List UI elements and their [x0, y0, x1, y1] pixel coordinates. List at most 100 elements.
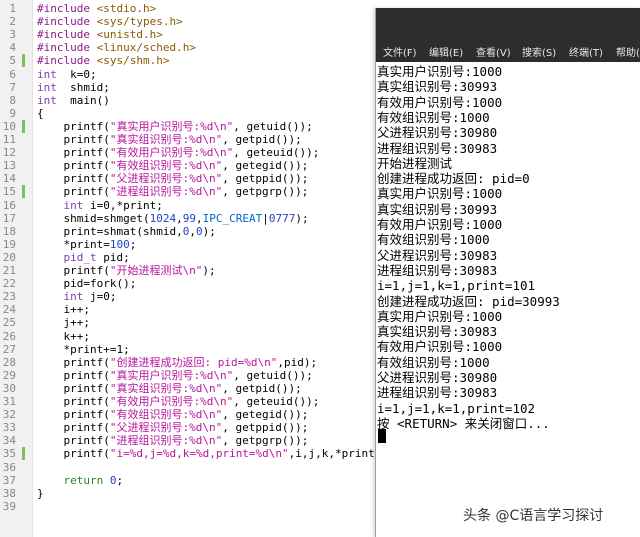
code-token: , getpgrp());	[222, 185, 309, 199]
terminal-line: 有效组识别号:1000	[377, 109, 490, 125]
code-line: i++;	[37, 303, 90, 316]
code-token: print=shmat(shmid,	[37, 224, 183, 238]
line-number: 1	[9, 2, 16, 15]
line-number: 21	[2, 264, 16, 277]
code-token: printf(	[37, 395, 110, 408]
code-token: main()	[56, 93, 110, 107]
code-line: k++;	[37, 330, 90, 343]
code-line: return 0;	[37, 473, 124, 487]
line-number: 24	[2, 303, 16, 317]
terminal-line: i=1,j=1,k=1,print=101	[377, 278, 536, 294]
code-token: "开始进程测试\n"	[109, 264, 203, 277]
terminal-menubar: 文件(F) 编辑(E) 查看(V) 搜索(S) 终端(T) 帮助(	[376, 8, 640, 62]
line-number: 5	[9, 54, 16, 68]
code-line: printf("真实用户识别号:%d\n", getuid());	[37, 120, 312, 133]
line-number: 36	[2, 460, 16, 474]
code-token: *print=	[37, 237, 110, 251]
terminal-line: 父进程识别号:30980	[377, 370, 498, 385]
terminal-menu-item[interactable]: 编辑(E)	[429, 44, 463, 59]
code-token: printf(	[37, 408, 110, 422]
code-token: printf(	[37, 146, 110, 160]
line-number: 12	[2, 146, 16, 160]
code-token: ,i,j,k,*print);	[288, 447, 389, 461]
code-line: printf("真实组识别号:%d\n", getpid());	[37, 382, 301, 395]
line-number: 37	[2, 473, 16, 487]
code-token: k=0;	[56, 67, 97, 81]
code-token: 0777	[268, 211, 296, 225]
code-line: pid=fork();	[37, 277, 136, 290]
terminal-line: 有效用户识别号:1000	[377, 94, 503, 110]
code-token: pid;	[96, 250, 130, 264]
code-token: j=0;	[83, 290, 117, 304]
code-line: #include <unistd.h>	[37, 28, 163, 41]
code-token: <stdio.h>	[96, 2, 157, 15]
code-token: , geteuid());	[233, 146, 320, 160]
code-token: pid=fork();	[37, 277, 137, 291]
code-token: , getuid());	[233, 368, 313, 382]
code-line: *print=100;	[37, 238, 136, 251]
terminal-line: 有效组识别号:1000	[377, 232, 490, 248]
code-line: printf("进程组识别号:%d\n", getpgrp());	[37, 185, 308, 198]
terminal-line: 开始进程测试	[377, 155, 453, 171]
code-token: , getegid());	[222, 159, 309, 173]
terminal-line: 创建进程成功返回: pid=30993	[377, 293, 560, 309]
line-number: 8	[9, 93, 16, 107]
code-token: int	[37, 67, 57, 81]
code-line: printf("创建进程成功返回: pid=%d\n",pid);	[37, 356, 317, 369]
terminal-menu-item[interactable]: 帮助(	[616, 44, 640, 59]
code-token: "进程组识别号:%d\n"	[109, 434, 223, 448]
terminal-menu-item[interactable]: 文件(F)	[383, 44, 417, 59]
code-line: printf("开始进程测试\n");	[37, 264, 216, 277]
line-number-gutter: 1 2 3 4 5 6 7 8 9 10 11 12 13 14 15 16 17 18 19 20 21 22 23 24 2…	[0, 0, 33, 537]
code-token: printf(	[37, 421, 110, 435]
line-number: 10	[2, 119, 16, 133]
code-token: "i=%d,j=%d,k=%d,print=%d\n"	[109, 447, 289, 461]
change-marker	[22, 54, 25, 68]
code-token: );	[202, 264, 216, 277]
code-line: printf("真实用户识别号:%d\n", getuid());	[37, 368, 313, 382]
code-token: ,	[189, 224, 196, 238]
terminal-menu-item[interactable]: 终端(T)	[569, 44, 603, 59]
code-token: 0	[195, 224, 203, 238]
terminal-line: 进程组识别号:30983	[377, 140, 498, 156]
terminal-line: 按 <RETURN> 来关闭窗口...	[377, 415, 550, 431]
code-token: printf(	[37, 447, 110, 461]
code-token: 100	[109, 237, 130, 251]
code-token: i=0,*print;	[83, 198, 163, 212]
code-token: pid_t	[63, 250, 97, 264]
code-token: <linux/sched.h>	[96, 41, 196, 55]
code-token: ,	[176, 211, 183, 225]
code-token: , getpid());	[222, 133, 302, 146]
code-token: printf(	[37, 172, 110, 186]
code-token: 0	[109, 473, 117, 487]
code-line: {	[37, 107, 44, 120]
terminal-menu-item[interactable]: 查看(V)	[476, 44, 511, 59]
terminal-window[interactable]: 文件(F) 编辑(E) 查看(V) 搜索(S) 终端(T) 帮助( 真实用户识别号:100…	[375, 8, 640, 537]
code-token: int	[63, 198, 84, 212]
line-number: 7	[9, 80, 16, 94]
code-token: "真实组识别号:%d\n"	[109, 133, 223, 146]
code-token: printf(	[37, 185, 110, 199]
code-token: shmid;	[56, 80, 110, 94]
code-token: );	[295, 211, 309, 225]
code-token: k++;	[37, 329, 90, 343]
line-number: 20	[2, 250, 16, 264]
code-line: printf("有效用户识别号:%d\n", geteuid());	[37, 146, 319, 159]
line-number: 38	[2, 486, 16, 500]
code-token: ,	[195, 211, 203, 225]
code-line: int i=0,*print;	[37, 199, 163, 212]
terminal-line: 真实组识别号:30993	[377, 201, 498, 217]
code-token: );	[202, 224, 216, 238]
code-line: printf("i=%d,j=%d,k=%d,print=%d\n",i,j,k…	[37, 447, 388, 460]
line-number: 35	[2, 447, 16, 461]
code-token: i++;	[37, 303, 90, 317]
code-line: #include <sys/shm.h>	[37, 54, 169, 67]
code-token: "有效组识别号:%d\n"	[109, 159, 223, 173]
code-line: printf("真实组识别号:%d\n", getpid());	[37, 133, 302, 146]
code-token: "父进程识别号:%d\n"	[109, 421, 223, 435]
line-number: 4	[9, 41, 16, 55]
code-token: "有效组识别号:%d\n"	[109, 408, 223, 422]
terminal-menu-item[interactable]: 搜索(S)	[522, 44, 556, 59]
